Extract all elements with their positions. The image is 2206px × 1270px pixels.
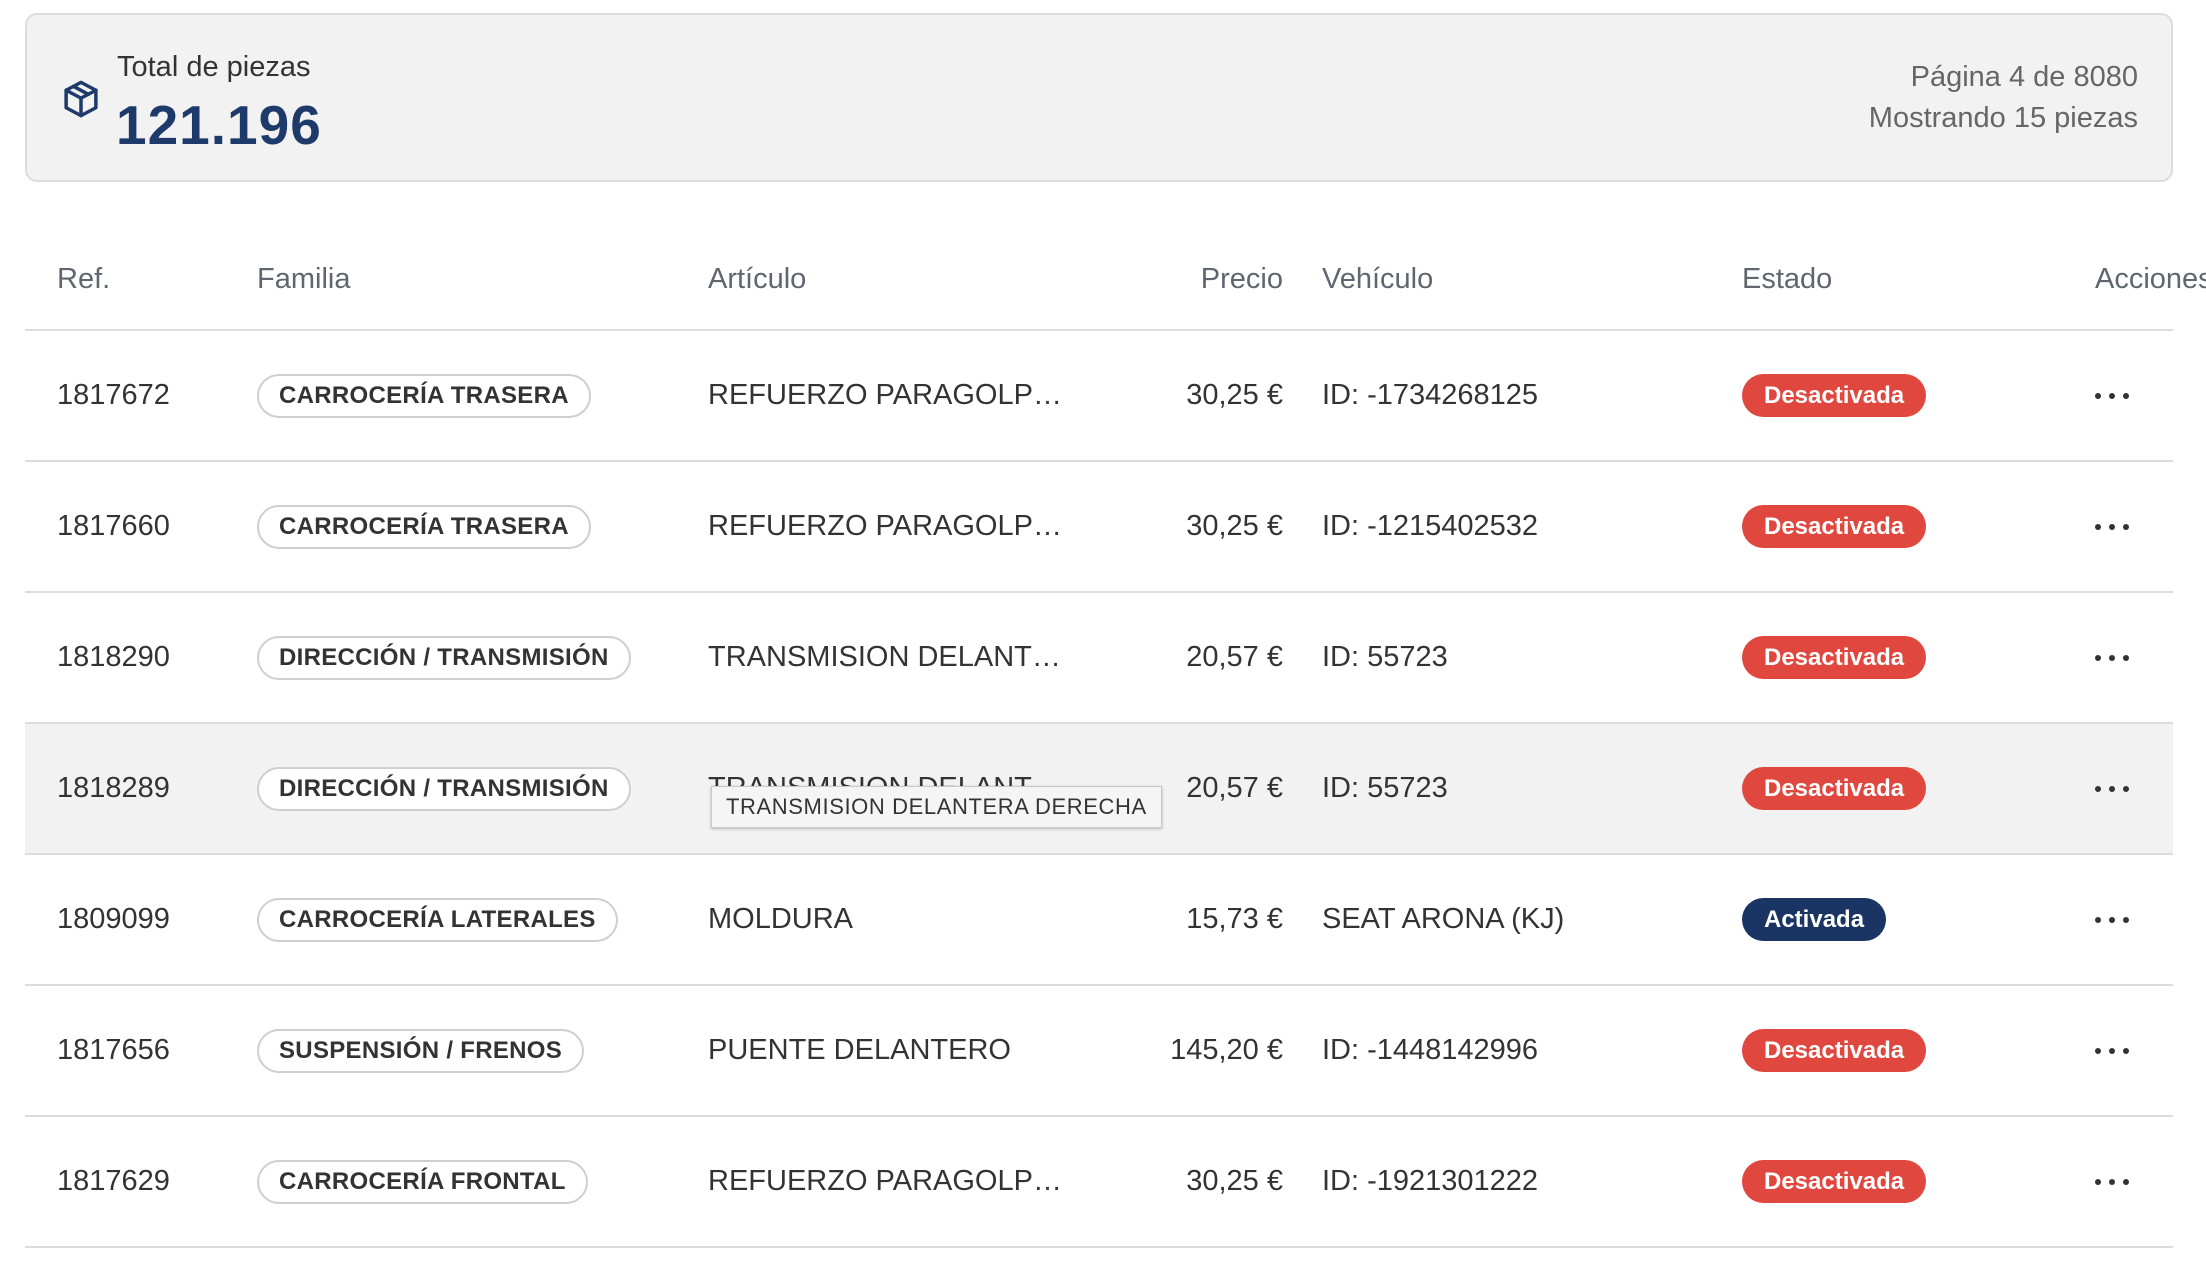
cell-ref: 1818289 bbox=[57, 772, 170, 804]
cell-ref: 1817672 bbox=[57, 379, 170, 411]
cell-price: 20,57 € bbox=[1186, 772, 1283, 804]
header-status[interactable]: Estado bbox=[1742, 263, 1832, 296]
total-label: Total de piezas bbox=[117, 51, 311, 83]
cell-price: 145,20 € bbox=[1170, 1034, 1283, 1066]
status-badge: Activada bbox=[1742, 898, 1887, 941]
family-pill: DIRECCIÓN / TRANSMISIÓN bbox=[257, 766, 631, 811]
cell-price: 15,73 € bbox=[1186, 903, 1283, 935]
status-badge: Desactivada bbox=[1742, 1160, 1927, 1203]
cell-article: MOLDURA bbox=[708, 903, 854, 935]
family-pill: CARROCERÍA FRONTAL bbox=[257, 1159, 588, 1204]
header-vehicle[interactable]: Vehículo bbox=[1322, 263, 1433, 296]
more-actions-icon[interactable] bbox=[2095, 1046, 2129, 1056]
cell-vehicle: SEAT ARONA (KJ) bbox=[1322, 903, 1565, 935]
header-family[interactable]: Familia bbox=[257, 263, 350, 296]
cell-article: REFUERZO PARAGOLPES ... bbox=[708, 379, 1068, 411]
header-ref[interactable]: Ref. bbox=[57, 263, 110, 296]
cell-article: REFUERZO PARAGOLPES ... bbox=[708, 510, 1068, 542]
table-row[interactable]: 1817660 CARROCERÍA TRASERA REFUERZO PARA… bbox=[25, 462, 2173, 593]
box-icon bbox=[64, 80, 98, 118]
more-actions-icon[interactable] bbox=[2095, 653, 2129, 663]
cell-ref: 1817660 bbox=[57, 510, 170, 542]
cell-price: 20,57 € bbox=[1186, 641, 1283, 673]
more-actions-icon[interactable] bbox=[2095, 1177, 2129, 1187]
total-count: 121.196 bbox=[116, 94, 322, 156]
cell-price: 30,25 € bbox=[1186, 510, 1283, 542]
status-badge: Desactivada bbox=[1742, 1029, 1927, 1072]
table-row[interactable]: 1818290 DIRECCIÓN / TRANSMISIÓN TRANSMIS… bbox=[25, 593, 2173, 724]
cell-ref: 1817656 bbox=[57, 1034, 170, 1066]
cell-price: 30,25 € bbox=[1186, 379, 1283, 411]
summary-card: Total de piezas 121.196 Página 4 de 8080… bbox=[25, 13, 2173, 182]
cell-vehicle: ID: 55723 bbox=[1322, 772, 1448, 804]
status-badge: Desactivada bbox=[1742, 374, 1927, 417]
family-pill: CARROCERÍA TRASERA bbox=[257, 373, 591, 418]
cell-article: PUENTE DELANTERO bbox=[708, 1034, 1011, 1066]
article-tooltip: TRANSMISION DELANTERA DERECHA bbox=[711, 786, 1162, 828]
cell-vehicle: ID: -1215402532 bbox=[1322, 510, 1539, 542]
family-pill: SUSPENSIÓN / FRENOS bbox=[257, 1028, 585, 1073]
cell-vehicle: ID: -1734268125 bbox=[1322, 379, 1539, 411]
cell-article: REFUERZO PARAGOLPES ... bbox=[708, 1165, 1068, 1197]
more-actions-icon[interactable] bbox=[2095, 915, 2129, 925]
cell-ref: 1817629 bbox=[57, 1165, 170, 1197]
more-actions-icon[interactable] bbox=[2095, 522, 2129, 532]
cell-ref: 1818290 bbox=[57, 641, 170, 673]
family-pill: CARROCERÍA TRASERA bbox=[257, 504, 591, 549]
cell-ref: 1809099 bbox=[57, 903, 170, 935]
cell-vehicle: ID: 55723 bbox=[1322, 641, 1448, 673]
header-price[interactable]: Precio bbox=[1201, 263, 1283, 296]
table-row[interactable]: 1817629 CARROCERÍA FRONTAL REFUERZO PARA… bbox=[25, 1117, 2173, 1248]
table-header: Ref. Familia Artículo Precio Vehículo Es… bbox=[25, 235, 2206, 331]
cell-price: 30,25 € bbox=[1186, 1165, 1283, 1197]
status-badge: Desactivada bbox=[1742, 636, 1927, 679]
table-row[interactable]: 1817656 SUSPENSIÓN / FRENOS PUENTE DELAN… bbox=[25, 986, 2173, 1117]
page-info: Página 4 de 8080 bbox=[1910, 61, 2138, 93]
header-actions: Acciones bbox=[2095, 263, 2206, 295]
family-pill: CARROCERÍA LATERALES bbox=[257, 897, 618, 942]
parts-table: Ref. Familia Artículo Precio Vehículo Es… bbox=[25, 235, 2206, 1248]
family-pill: DIRECCIÓN / TRANSMISIÓN bbox=[257, 635, 631, 680]
table-row[interactable]: 1809099 CARROCERÍA LATERALES MOLDURA 15,… bbox=[25, 855, 2173, 986]
header-article[interactable]: Artículo bbox=[708, 263, 1068, 296]
status-badge: Desactivada bbox=[1742, 505, 1927, 548]
cell-article: TRANSMISION DELANTER... bbox=[708, 641, 1068, 673]
status-badge: Desactivada bbox=[1742, 767, 1927, 810]
more-actions-icon[interactable] bbox=[2095, 391, 2129, 401]
table-row[interactable]: 1817672 CARROCERÍA TRASERA REFUERZO PARA… bbox=[25, 331, 2173, 462]
cell-vehicle: ID: -1921301222 bbox=[1322, 1165, 1539, 1197]
cell-vehicle: ID: -1448142996 bbox=[1322, 1034, 1539, 1066]
more-actions-icon[interactable] bbox=[2095, 784, 2129, 794]
showing-count: Mostrando 15 piezas bbox=[1868, 102, 2138, 134]
